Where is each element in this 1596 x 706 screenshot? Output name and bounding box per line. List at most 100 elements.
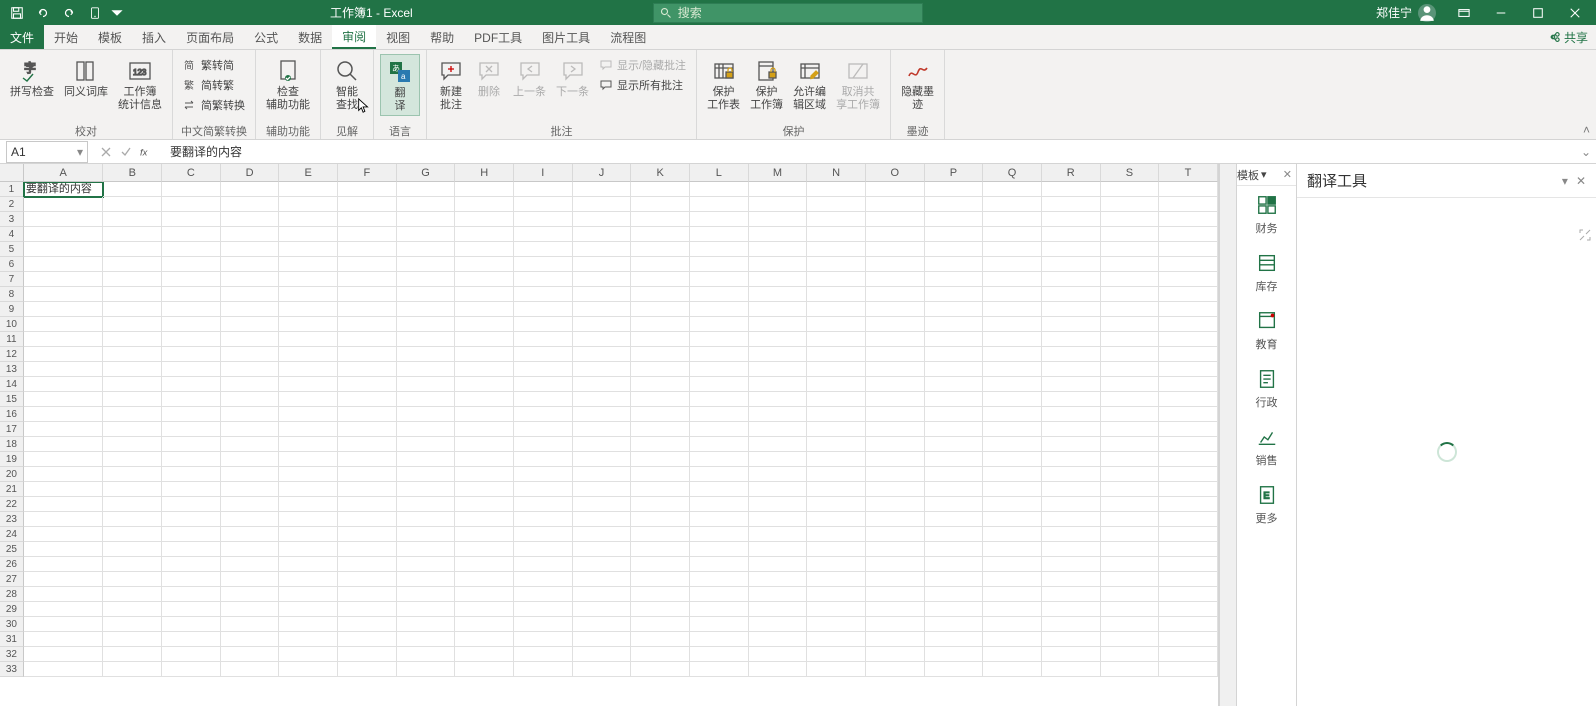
trad-to-simp-button[interactable]: 简繁转简 bbox=[179, 56, 249, 74]
cell[interactable] bbox=[103, 542, 162, 557]
template-education[interactable]: 教育 bbox=[1237, 302, 1296, 360]
row-header[interactable]: 8 bbox=[0, 287, 24, 302]
cell[interactable] bbox=[279, 482, 338, 497]
cell[interactable] bbox=[631, 422, 690, 437]
cell[interactable] bbox=[397, 302, 456, 317]
cell[interactable] bbox=[690, 527, 749, 542]
cell[interactable] bbox=[807, 422, 866, 437]
cell[interactable] bbox=[455, 257, 514, 272]
cell[interactable] bbox=[631, 287, 690, 302]
cell[interactable] bbox=[807, 437, 866, 452]
row-header[interactable]: 31 bbox=[0, 632, 24, 647]
cell[interactable] bbox=[1159, 242, 1218, 257]
cell[interactable] bbox=[1042, 542, 1101, 557]
cell[interactable] bbox=[983, 272, 1042, 287]
cell[interactable] bbox=[455, 347, 514, 362]
cell[interactable] bbox=[514, 242, 573, 257]
cell[interactable] bbox=[279, 542, 338, 557]
cell[interactable] bbox=[631, 467, 690, 482]
cell[interactable] bbox=[631, 662, 690, 677]
cell[interactable] bbox=[279, 557, 338, 572]
cell[interactable] bbox=[338, 602, 397, 617]
cell[interactable] bbox=[631, 272, 690, 287]
cell[interactable] bbox=[690, 647, 749, 662]
row-header[interactable]: 27 bbox=[0, 572, 24, 587]
cell[interactable] bbox=[925, 377, 984, 392]
cell[interactable] bbox=[1159, 197, 1218, 212]
cell[interactable] bbox=[338, 497, 397, 512]
cell[interactable] bbox=[983, 437, 1042, 452]
cell[interactable] bbox=[749, 242, 808, 257]
cell[interactable] bbox=[514, 392, 573, 407]
protect-sheet-button[interactable]: 保护 工作表 bbox=[703, 54, 744, 114]
cell[interactable] bbox=[866, 362, 925, 377]
cell[interactable] bbox=[925, 347, 984, 362]
cell[interactable] bbox=[221, 377, 280, 392]
cell[interactable] bbox=[455, 272, 514, 287]
cell[interactable] bbox=[1159, 497, 1218, 512]
cell[interactable] bbox=[1042, 197, 1101, 212]
cell[interactable] bbox=[749, 542, 808, 557]
cell[interactable] bbox=[162, 362, 221, 377]
cell[interactable] bbox=[690, 302, 749, 317]
cell[interactable] bbox=[514, 662, 573, 677]
cell[interactable] bbox=[103, 632, 162, 647]
cell[interactable] bbox=[866, 632, 925, 647]
cell[interactable] bbox=[221, 332, 280, 347]
cell[interactable] bbox=[24, 542, 104, 557]
cell[interactable] bbox=[573, 197, 632, 212]
cell[interactable] bbox=[1042, 497, 1101, 512]
tab-formulas[interactable]: 公式 bbox=[244, 25, 288, 49]
cell[interactable] bbox=[1042, 662, 1101, 677]
column-header[interactable]: B bbox=[103, 164, 162, 182]
cell[interactable] bbox=[1042, 242, 1101, 257]
cell[interactable] bbox=[338, 647, 397, 662]
cell[interactable] bbox=[690, 557, 749, 572]
cell[interactable] bbox=[866, 527, 925, 542]
cell[interactable] bbox=[397, 512, 456, 527]
cell[interactable] bbox=[1101, 467, 1160, 482]
cell[interactable] bbox=[807, 407, 866, 422]
column-header[interactable]: R bbox=[1042, 164, 1101, 182]
cell[interactable] bbox=[103, 662, 162, 677]
row-header[interactable]: 6 bbox=[0, 257, 24, 272]
cell[interactable] bbox=[455, 362, 514, 377]
column-header[interactable]: N bbox=[807, 164, 866, 182]
cell[interactable] bbox=[631, 452, 690, 467]
cell[interactable] bbox=[279, 437, 338, 452]
cell[interactable] bbox=[807, 272, 866, 287]
cell[interactable] bbox=[866, 482, 925, 497]
cell[interactable] bbox=[1159, 227, 1218, 242]
cell[interactable] bbox=[1101, 392, 1160, 407]
cell[interactable] bbox=[162, 212, 221, 227]
cell[interactable] bbox=[807, 557, 866, 572]
cell[interactable] bbox=[866, 557, 925, 572]
cell[interactable] bbox=[1159, 452, 1218, 467]
cell[interactable] bbox=[221, 542, 280, 557]
cell[interactable] bbox=[514, 212, 573, 227]
cell[interactable] bbox=[24, 302, 104, 317]
cell[interactable] bbox=[1101, 662, 1160, 677]
cell[interactable] bbox=[866, 197, 925, 212]
cell[interactable] bbox=[749, 587, 808, 602]
cell[interactable] bbox=[983, 542, 1042, 557]
cell[interactable] bbox=[455, 422, 514, 437]
cell[interactable] bbox=[1159, 587, 1218, 602]
cell[interactable] bbox=[573, 257, 632, 272]
cell[interactable] bbox=[925, 272, 984, 287]
column-header[interactable]: F bbox=[338, 164, 397, 182]
cell[interactable] bbox=[514, 197, 573, 212]
cell[interactable] bbox=[103, 212, 162, 227]
cell[interactable] bbox=[807, 512, 866, 527]
cell[interactable] bbox=[866, 257, 925, 272]
cell[interactable] bbox=[925, 407, 984, 422]
cell[interactable] bbox=[455, 212, 514, 227]
cell[interactable] bbox=[1042, 452, 1101, 467]
column-header[interactable]: S bbox=[1101, 164, 1160, 182]
cell[interactable] bbox=[1042, 422, 1101, 437]
cell[interactable] bbox=[925, 392, 984, 407]
cell[interactable] bbox=[279, 272, 338, 287]
cell[interactable] bbox=[221, 572, 280, 587]
cell[interactable] bbox=[24, 647, 104, 662]
cell[interactable] bbox=[573, 317, 632, 332]
